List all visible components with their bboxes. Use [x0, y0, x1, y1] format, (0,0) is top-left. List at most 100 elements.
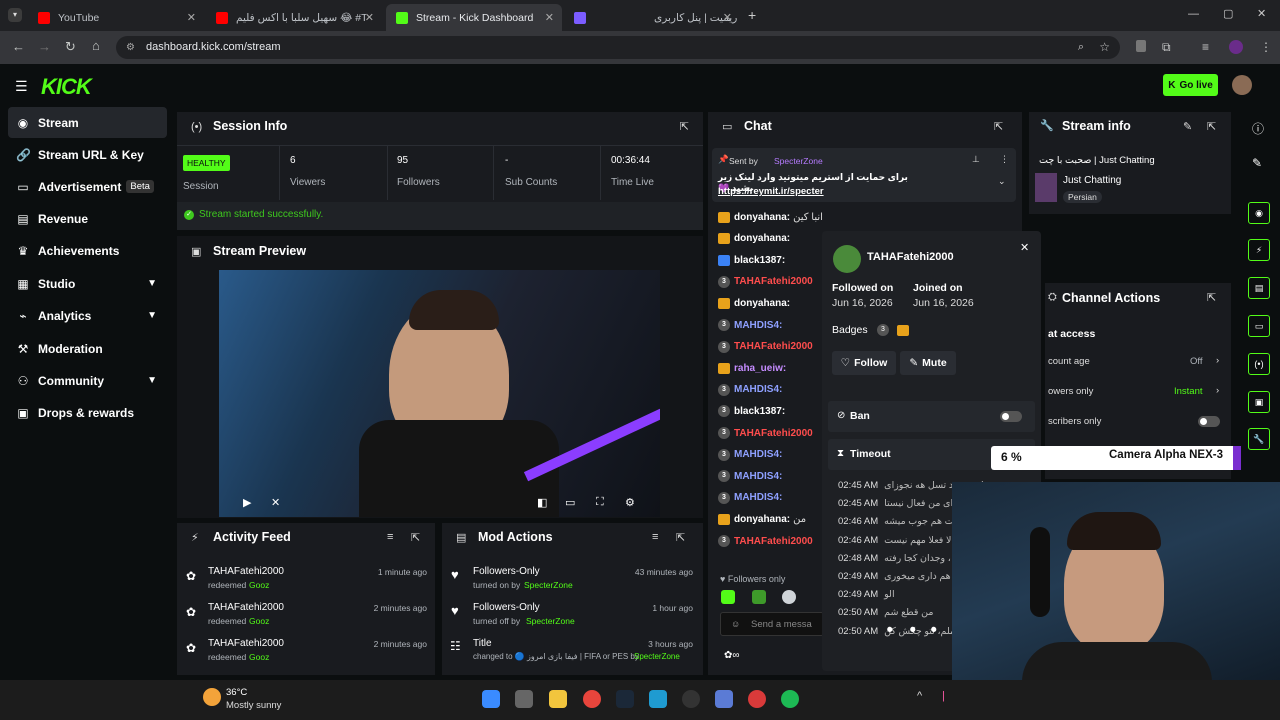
- forward-icon[interactable]: →: [38, 39, 51, 54]
- site-info-icon[interactable]: ⚙: [126, 36, 135, 59]
- chat-username[interactable]: black1387:: [734, 406, 785, 417]
- tab-youtube[interactable]: YouTube ✕: [28, 4, 204, 31]
- app-icon[interactable]: [715, 690, 733, 708]
- popout-icon[interactable]: ⇱: [994, 120, 1003, 133]
- widget-session-icon[interactable]: ◉: [1248, 202, 1270, 224]
- zoom-icon[interactable]: ⌕: [1078, 36, 1084, 59]
- sidebar-item-advertisement[interactable]: ▭ Advertisement Beta: [8, 171, 167, 202]
- ban-row[interactable]: ⊘ Ban: [828, 401, 1035, 432]
- unpin-icon[interactable]: ⊥: [972, 154, 980, 165]
- ban-toggle[interactable]: [1000, 411, 1022, 422]
- chat-message[interactable]: donyahana: من: [718, 510, 806, 528]
- tray-chevron-up-icon[interactable]: ^: [917, 690, 922, 702]
- chat-username[interactable]: donyahana:: [734, 233, 790, 244]
- chat-username[interactable]: black1387:: [734, 255, 785, 266]
- sidebar-item-revenue[interactable]: ▤ Revenue: [8, 203, 167, 234]
- chat-username[interactable]: donyahana:: [734, 298, 790, 309]
- browser-menu-icon[interactable]: ⋮: [1260, 40, 1272, 54]
- chat-username[interactable]: TAHAFatehi2000: [734, 428, 813, 439]
- close-tab-icon[interactable]: ✕: [365, 11, 374, 24]
- chrome-icon[interactable]: [583, 690, 601, 708]
- chat-username[interactable]: TAHAFatehi2000: [734, 536, 813, 547]
- chat-message[interactable]: donyahana: انبا کین: [718, 208, 823, 226]
- tab-kick-dashboard[interactable]: Stream - Kick Dashboard ✕: [386, 4, 562, 31]
- user-card-name[interactable]: TAHAFatehi2000: [867, 251, 954, 263]
- widget-activity-icon[interactable]: ⚡: [1248, 239, 1270, 261]
- chat-message[interactable]: 3 TAHAFatehi2000: [718, 273, 816, 291]
- chat-message[interactable]: 3 MAHDIS4:: [718, 381, 785, 399]
- emote-globe-icon[interactable]: [782, 590, 796, 604]
- taskview-icon[interactable]: [515, 690, 533, 708]
- sidebar-item-moderation[interactable]: ⚒ Moderation: [8, 333, 167, 364]
- close-icon[interactable]: ✕: [1020, 241, 1029, 254]
- sidebar-item-achievements[interactable]: ♛ Achievements: [8, 235, 167, 266]
- tab-youtube-2[interactable]: سهیل سلبا با اکس فلیم 😂 #Tube ✕: [206, 4, 382, 31]
- chat-message[interactable]: 3 MAHDIS4:: [718, 446, 785, 464]
- weather-sun-icon[interactable]: [203, 688, 221, 706]
- close-tab-icon[interactable]: ✕: [187, 11, 196, 24]
- chat-message[interactable]: 3 TAHAFatehi2000: [718, 424, 816, 442]
- close-tab-icon[interactable]: ✕: [723, 11, 732, 24]
- emoji-icon[interactable]: ☺: [731, 619, 740, 629]
- widget-preview-icon[interactable]: ▣: [1248, 391, 1270, 413]
- user-avatar[interactable]: [1232, 75, 1252, 95]
- chat-username[interactable]: MAHDIS4:: [734, 471, 782, 482]
- sidebar-item-community[interactable]: ⚇ Community ▼: [8, 365, 167, 396]
- chat-input[interactable]: ☺ Send a messa: [720, 612, 824, 636]
- settings-gear-icon[interactable]: ⚙: [625, 496, 635, 509]
- minimize-icon[interactable]: —: [1188, 8, 1199, 20]
- popout-icon[interactable]: ⇱: [676, 531, 685, 544]
- chat-message[interactable]: 3 MAHDIS4:: [718, 316, 785, 334]
- obs-icon[interactable]: [682, 690, 700, 708]
- mute-icon[interactable]: ✕: [271, 496, 280, 509]
- close-tab-icon[interactable]: ✕: [545, 11, 554, 24]
- chat-message[interactable]: black1387:: [718, 251, 788, 269]
- followers-only-row[interactable]: owers only Instant ›: [1048, 385, 1226, 397]
- chat-message[interactable]: 3 black1387:: [718, 402, 788, 420]
- microphone-icon[interactable]: |: [942, 690, 945, 702]
- spotify-icon[interactable]: [781, 690, 799, 708]
- more-options-icon[interactable]: ⋮: [1000, 154, 1009, 165]
- filter-icon[interactable]: ≡: [652, 531, 658, 543]
- profile-icon[interactable]: [1229, 40, 1243, 54]
- widget-broadcast-icon[interactable]: (•): [1248, 353, 1270, 375]
- telegram-icon[interactable]: [649, 690, 667, 708]
- pinned-link[interactable]: https://reymit.ir/specter: [718, 186, 824, 197]
- fullscreen-icon[interactable]: ⛶: [596, 496, 604, 509]
- chat-username[interactable]: MAHDIS4:: [734, 492, 782, 503]
- extensions-icon[interactable]: ⧉: [1162, 40, 1171, 55]
- go-live-button[interactable]: K Go live: [1163, 74, 1218, 96]
- emote-kick-icon[interactable]: [721, 590, 735, 604]
- account-age-row[interactable]: count age Off ›: [1048, 355, 1226, 367]
- chat-message[interactable]: 3 MAHDIS4:: [718, 489, 785, 507]
- new-tab-icon[interactable]: +: [748, 7, 756, 23]
- subscribers-only-row[interactable]: scribers only: [1048, 416, 1226, 427]
- category-name[interactable]: Just Chatting: [1063, 175, 1121, 186]
- chevron-down-icon[interactable]: ⌄: [998, 176, 1006, 187]
- tab-reymit[interactable]: ریمیت | پنل کاربری ✕: [564, 4, 740, 31]
- chat-username[interactable]: raha_ueiw:: [734, 363, 786, 374]
- widget-stream-info-icon[interactable]: 🔧: [1248, 428, 1270, 450]
- emote-green-icon[interactable]: [752, 590, 766, 604]
- popout-icon[interactable]: ⇱: [680, 120, 689, 133]
- chat-settings-icon[interactable]: ✿∞: [724, 650, 740, 661]
- edit-icon[interactable]: ✎: [1252, 156, 1262, 170]
- back-icon[interactable]: ←: [12, 39, 25, 54]
- chat-message[interactable]: 3 TAHAFatehi2000: [718, 338, 816, 356]
- play-icon[interactable]: ▶: [243, 496, 251, 509]
- maximize-icon[interactable]: ▢: [1223, 7, 1233, 20]
- reload-icon[interactable]: ↻: [65, 39, 76, 55]
- chat-username[interactable]: MAHDIS4:: [734, 384, 782, 395]
- extension-shield-icon[interactable]: [1136, 40, 1146, 52]
- pinned-message[interactable]: 📌 Sent by SpecterZone برای حمایت از استر…: [712, 148, 1016, 202]
- chat-message[interactable]: 3 MAHDIS4:: [718, 467, 785, 485]
- sidebar-item-stream-url[interactable]: 🔗 Stream URL & Key: [8, 139, 167, 170]
- window-close-icon[interactable]: ✕: [1257, 7, 1266, 20]
- popout-icon[interactable]: ⇱: [1207, 120, 1216, 133]
- widget-chat-icon[interactable]: ▭: [1248, 315, 1270, 337]
- url-input[interactable]: ⚙ dashboard.kick.com/stream ⌕ ☆: [116, 36, 1120, 59]
- theater-icon[interactable]: ◧: [537, 496, 547, 509]
- clip-icon[interactable]: ▭: [565, 496, 575, 509]
- kick-logo[interactable]: KICK: [41, 74, 92, 100]
- subscribers-only-toggle[interactable]: [1198, 416, 1220, 427]
